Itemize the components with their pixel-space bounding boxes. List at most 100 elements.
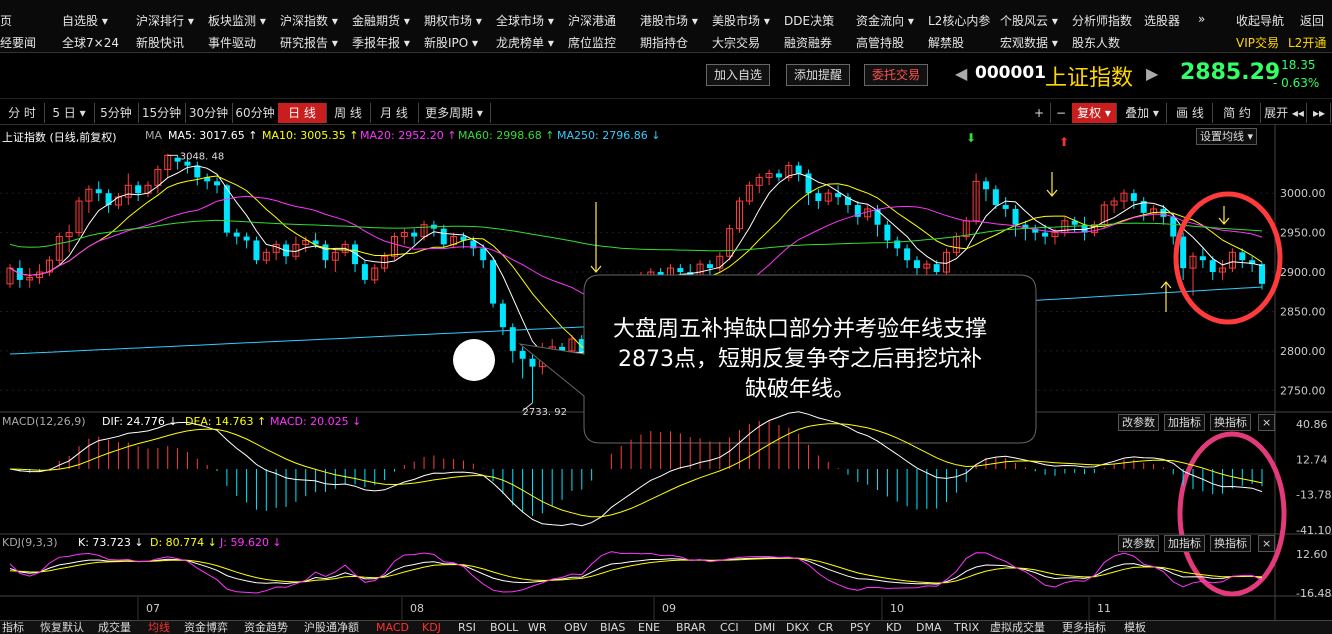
ma-setting-button[interactable]: 设置均线 ▾ xyxy=(1196,128,1258,145)
nav-item[interactable]: VIP交易 xyxy=(1236,34,1279,51)
indicator-tab[interactable]: DMA xyxy=(916,621,942,634)
period-tab[interactable]: 月 线 xyxy=(370,103,419,123)
prev-stock-icon[interactable]: ◀ xyxy=(955,64,967,83)
nav-item[interactable]: 港股市场 ▾ xyxy=(640,12,698,29)
nav-item[interactable]: 经要闻 xyxy=(0,34,36,51)
period-tab[interactable]: 5 日 ▾ xyxy=(44,103,95,123)
candle-body xyxy=(194,165,201,178)
nav-item[interactable]: 融资融券 xyxy=(784,34,832,51)
indicator-tab[interactable]: KD xyxy=(886,621,902,634)
period-tab[interactable]: 周 线 xyxy=(326,103,371,123)
nav-item[interactable]: 大宗交易 xyxy=(712,34,760,51)
nav-item[interactable]: L2核心内参 xyxy=(928,12,990,29)
indicator-tab[interactable]: BRAR xyxy=(676,621,706,634)
nav-item[interactable]: 分析师指数 xyxy=(1072,12,1132,29)
add-alert-button[interactable]: 添加提醒 xyxy=(786,64,851,86)
nav-item[interactable]: 新股快讯 xyxy=(136,34,184,51)
nav-item[interactable]: 自选股 ▾ xyxy=(62,12,108,29)
nav-item[interactable]: 美股市场 ▾ xyxy=(712,12,770,29)
indicator-tab[interactable]: CCI xyxy=(720,621,739,634)
chart-tool-button[interactable]: 复权 ▾ xyxy=(1072,103,1117,123)
chart-tool-button[interactable]: 画 线 xyxy=(1168,103,1213,123)
period-tab[interactable]: 30分钟 xyxy=(185,103,233,123)
nav-item[interactable]: 全球7×24 xyxy=(62,34,119,51)
indicator-tab[interactable]: 恢复默认 xyxy=(40,621,84,634)
indicator-tab[interactable]: RSI xyxy=(458,621,476,634)
nav-item[interactable]: 收起导航 xyxy=(1236,12,1284,29)
panel-button[interactable]: × xyxy=(1258,414,1276,431)
nav-item[interactable]: 席位监控 xyxy=(568,34,616,51)
nav-item[interactable]: 页 xyxy=(0,12,12,29)
period-tab[interactable]: 5分钟 xyxy=(94,103,139,123)
indicator-tab[interactable]: 指标 xyxy=(2,621,24,634)
nav-item[interactable]: L2开通 xyxy=(1288,34,1326,51)
chart-tool-button[interactable]: ▸▸ xyxy=(1308,103,1331,123)
nav-item[interactable]: 解禁股 xyxy=(928,34,964,51)
panel-button[interactable]: 加指标 xyxy=(1164,414,1205,431)
nav-item[interactable]: » xyxy=(1198,12,1205,26)
period-tab[interactable]: 15分钟 xyxy=(138,103,186,123)
panel-button[interactable]: 加指标 xyxy=(1164,535,1205,552)
chart-tool-button[interactable]: 简 约 xyxy=(1214,103,1261,123)
panel-button[interactable]: 换指标 xyxy=(1210,414,1251,431)
nav-item[interactable]: 新股IPO ▾ xyxy=(424,34,478,51)
nav-item[interactable]: 事件驱动 xyxy=(208,34,256,51)
order-button[interactable]: 委托交易 xyxy=(864,64,929,86)
indicator-tab[interactable]: 虚拟成交量 xyxy=(990,621,1045,634)
indicator-tab[interactable]: 更多指标 xyxy=(1062,621,1106,634)
nav-item[interactable]: 研究报告 ▾ xyxy=(280,34,338,51)
indicator-tab[interactable]: ENE xyxy=(638,621,660,634)
nav-item[interactable]: 期指持仓 xyxy=(640,34,688,51)
nav-item[interactable]: 宏观数据 ▾ xyxy=(1000,34,1058,51)
nav-item[interactable]: 全球市场 ▾ xyxy=(496,12,554,29)
period-tab[interactable]: 更多周期 ▾ xyxy=(418,103,491,123)
period-tab[interactable]: 分 时 xyxy=(0,103,45,123)
indicator-tab[interactable]: BIAS xyxy=(600,621,625,634)
nav-item[interactable]: 股东人数 xyxy=(1072,34,1120,51)
chart-tool-button[interactable]: 展开 ◂◂ xyxy=(1262,103,1307,123)
indicator-tab[interactable]: DMI xyxy=(754,621,775,634)
indicator-tab[interactable]: TRIX xyxy=(954,621,979,634)
nav-item[interactable]: 沪深排行 ▾ xyxy=(136,12,194,29)
indicator-tab[interactable]: KDJ xyxy=(422,621,441,634)
chart-tool-button[interactable]: + xyxy=(1028,103,1051,123)
nav-item[interactable]: 选股器 xyxy=(1144,12,1180,29)
candle-body xyxy=(499,303,506,328)
indicator-tab[interactable]: 成交量 xyxy=(98,621,131,634)
period-tab[interactable]: 60分钟 xyxy=(232,103,279,123)
panel-button[interactable]: 改参数 xyxy=(1118,414,1159,431)
indicator-tab[interactable]: OBV xyxy=(564,621,587,634)
indicator-tab[interactable]: 资金趋势 xyxy=(244,621,288,634)
indicator-tab[interactable]: WR xyxy=(528,621,547,634)
nav-item[interactable]: 期权市场 ▾ xyxy=(424,12,482,29)
indicator-tab[interactable]: PSY xyxy=(850,621,870,634)
add-watchlist-button[interactable]: 加入自选 xyxy=(706,64,771,86)
nav-item[interactable]: 沪深港通 xyxy=(568,12,616,29)
nav-item[interactable]: DDE决策 xyxy=(784,12,834,29)
nav-item[interactable]: 沪深指数 ▾ xyxy=(280,12,338,29)
nav-item[interactable]: 金融期货 ▾ xyxy=(352,12,410,29)
panel-button[interactable]: × xyxy=(1258,535,1276,552)
indicator-tab[interactable]: 资金博弈 xyxy=(184,621,228,634)
nav-item[interactable]: 季报年报 ▾ xyxy=(352,34,410,51)
indicator-tab[interactable]: BOLL xyxy=(490,621,518,634)
nav-item[interactable]: 板块监测 ▾ xyxy=(208,12,266,29)
nav-item[interactable]: 资金流向 ▾ xyxy=(856,12,914,29)
indicator-tab[interactable]: 模板 xyxy=(1124,621,1146,634)
nav-item[interactable]: 龙虎榜单 ▾ xyxy=(496,34,554,51)
nav-item[interactable]: 返回 xyxy=(1300,12,1324,29)
nav-item[interactable]: 高管持股 xyxy=(856,34,904,51)
indicator-tab[interactable]: MACD xyxy=(376,621,409,634)
indicator-tab[interactable]: 沪股通净额 xyxy=(304,621,359,634)
chart-tool-button[interactable]: 叠加 ▾ xyxy=(1118,103,1167,123)
nav-item[interactable]: 个股风云 ▾ xyxy=(1000,12,1058,29)
next-stock-icon[interactable]: ▶ xyxy=(1146,64,1158,83)
ma10-legend: MA10: 3005.35 ↑ xyxy=(262,129,359,142)
indicator-tab[interactable]: CR xyxy=(818,621,833,634)
period-tab[interactable]: 日 线 xyxy=(278,103,327,123)
panel-button[interactable]: 改参数 xyxy=(1118,535,1159,552)
indicator-tab[interactable]: DKX xyxy=(786,621,809,634)
chart-tool-button[interactable]: − xyxy=(1050,103,1073,123)
panel-button[interactable]: 换指标 xyxy=(1210,535,1251,552)
indicator-tab[interactable]: 均线 xyxy=(148,621,170,634)
